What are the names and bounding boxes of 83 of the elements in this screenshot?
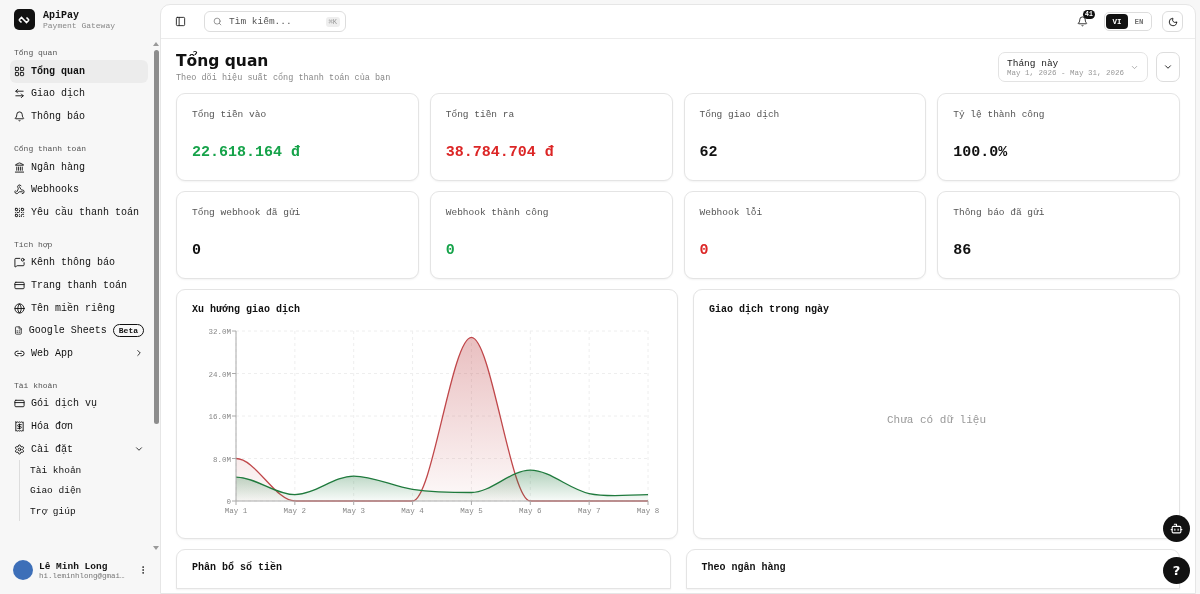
robot-icon [1170, 522, 1183, 535]
sidebar-item-label: Gói dịch vụ [31, 398, 98, 410]
sidebar-item[interactable]: Yêu cầu thanh toán [10, 200, 148, 224]
sidebar-item[interactable]: Google Sheets Beta [10, 319, 148, 342]
theme-toggle[interactable] [1162, 11, 1183, 32]
section-title: Tích hợp [13, 238, 54, 251]
card-title: Giao dịch trong ngày [709, 304, 831, 315]
stat-label: Tổng tiền ra [445, 109, 516, 120]
avatar [13, 560, 33, 580]
stat-label: Webhook thành công [445, 207, 550, 218]
search-icon [213, 17, 222, 26]
sidebar-item[interactable]: Thông báo [10, 105, 148, 128]
sidebar-item[interactable]: Trang thanh toán [10, 274, 148, 297]
sidebar-item-label: Giao dịch [31, 88, 86, 100]
sidebar-subitem[interactable]: Tài khoản [30, 460, 148, 481]
brand-name: ApiPay [43, 9, 80, 21]
settings-icon [14, 443, 25, 455]
sidebar-item[interactable]: Kênh thông báo [10, 251, 148, 275]
stat-label: Thông báo đã gửi [953, 207, 1046, 218]
sidebar-item-label: Yêu cầu thanh toán [31, 206, 141, 218]
sidebar-item[interactable]: Webhooks [10, 178, 148, 201]
page-title: Tổng quan [176, 52, 270, 70]
sidebar-item-label: Thông báo [31, 111, 86, 122]
grid-icon [14, 65, 25, 77]
stat-value: 62 [699, 144, 719, 163]
sidebar-subitem[interactable]: Trợ giúp [30, 500, 148, 522]
sidebar-item-label: Webhooks [31, 184, 80, 196]
logo-icon [14, 9, 35, 30]
section-title: Tổng quan [13, 47, 59, 59]
sidebar-item[interactable]: Gói dịch vụ [10, 392, 148, 416]
card-icon [14, 279, 25, 291]
bell-icon [14, 111, 25, 122]
brand-subtitle: Payment Gateway [43, 20, 115, 30]
sidebar-item-label: Cài đặt [31, 443, 74, 455]
qr-code-icon [14, 206, 25, 218]
page-subtitle: Theo dõi hiệu suất cổng thanh toán của bạn [176, 73, 392, 83]
empty-message: Chưa có dữ liệu [886, 412, 987, 428]
webhook-icon [14, 184, 25, 196]
bell-icon[interactable] [1077, 16, 1088, 27]
stat-value: 0 [445, 242, 456, 261]
sidebar-item-label: Google Sheets [28, 325, 107, 337]
stat-label: Webhook lỗi [699, 207, 764, 218]
stat-value: 0 [192, 242, 202, 261]
sidebar-item[interactable]: Ngân hàng [10, 155, 148, 179]
sidebar-subitem[interactable]: Giao diện [30, 480, 148, 501]
stat-value: 22.618.164 đ [192, 144, 302, 163]
bank-icon [14, 161, 25, 173]
stat-value: 86 [953, 242, 973, 261]
sidebar-item[interactable]: Hóa đơn [10, 415, 148, 438]
stat-label: Tổng tiền vào [192, 109, 268, 120]
section-title: Cổng thanh toán [13, 142, 87, 155]
chevron-down-icon [1163, 62, 1173, 72]
arrows-icon [14, 88, 25, 100]
sidebar-item-label: Tên miền riêng [31, 302, 116, 314]
stat-label: Tổng giao dịch [699, 109, 781, 120]
user-name: Lê Minh Long [39, 560, 109, 572]
sidebar-item[interactable]: Tổng quan [10, 60, 148, 83]
moon-icon [1167, 16, 1178, 27]
card-title: Theo ngân hàng [701, 562, 787, 573]
stat-value: 100.0% [953, 144, 1009, 163]
sidebar-item[interactable]: Web App [10, 341, 148, 365]
sidebar-item[interactable]: Cài đặt [10, 437, 148, 461]
stat-label: Tỷ lệ thành công [953, 109, 1046, 120]
card-title: Xu hướng giao dịch [192, 304, 302, 315]
sidebar-toggle-icon[interactable] [175, 16, 186, 27]
globe-icon [14, 302, 25, 314]
receipt-icon [14, 420, 25, 432]
sidebar-item[interactable]: Giao dịch [10, 82, 148, 106]
stat-label: Tổng webhook đã gửi [192, 207, 302, 218]
spreadsheet-icon [14, 325, 23, 337]
sidebar-item-label: Web App [31, 347, 74, 359]
sidebar-item-label: Trang thanh toán [31, 279, 128, 291]
stat-value: 38.784.704 đ [445, 144, 555, 163]
sidebar-item-label: Hóa đơn [31, 420, 74, 432]
sidebar-item-label: Ngân hàng [31, 161, 86, 173]
sidebar-item[interactable]: Tên miền riêng [10, 296, 148, 320]
sidebar-item-label: Kênh thông báo [31, 257, 116, 269]
message-icon [14, 257, 25, 269]
sidebar-item-label: Tổng quan [31, 65, 86, 77]
card-icon [14, 398, 25, 410]
card-title: Phân bổ số tiền [192, 562, 283, 573]
section-title: Tài khoản [13, 379, 59, 392]
stat-value: 0 [699, 242, 710, 261]
